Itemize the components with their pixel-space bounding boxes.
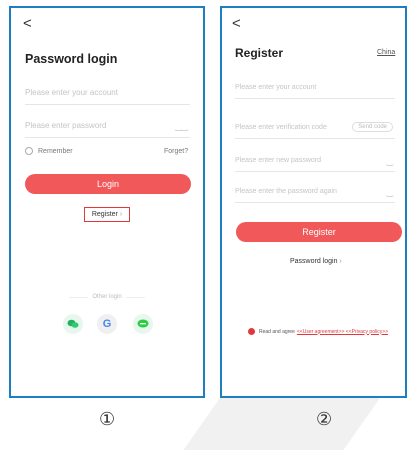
password-login-link[interactable]: Password login › xyxy=(290,258,342,265)
password-input[interactable]: Please enter password ‿‿ xyxy=(25,121,190,138)
confirm-password-input[interactable]: Please enter the password again ‿ xyxy=(235,188,395,203)
password-placeholder: Please enter password xyxy=(25,121,107,130)
verification-code-input[interactable]: Please enter verification code Send code xyxy=(235,122,395,139)
remember-label: Remember xyxy=(38,147,73,155)
send-code-button[interactable]: Send code xyxy=(352,122,393,132)
code-placeholder: Please enter verification code xyxy=(235,124,327,131)
back-arrow-icon[interactable]: < xyxy=(23,16,32,31)
wechat-icon[interactable] xyxy=(63,314,83,334)
password-login-screen: < Password login Please enter your accou… xyxy=(9,6,205,398)
new-password-placeholder: Please enter new password xyxy=(235,157,321,164)
agreement-links[interactable]: <<User agreement>> <<Privacy policy>> xyxy=(297,329,388,335)
region-selector[interactable]: China xyxy=(377,49,395,56)
eye-closed-icon[interactable]: ‿ xyxy=(387,188,393,197)
account-placeholder: Please enter your account xyxy=(25,88,118,97)
line-icon[interactable] xyxy=(133,314,153,334)
login-button[interactable]: Login xyxy=(25,174,191,194)
other-login-label: Other login xyxy=(92,294,122,300)
new-password-input[interactable]: Please enter new password ‿ xyxy=(235,157,395,172)
forget-password-link[interactable]: Forget? xyxy=(164,148,188,155)
remember-radio-icon xyxy=(25,147,33,155)
eye-closed-icon[interactable]: ‿ xyxy=(387,157,393,166)
confirm-password-placeholder: Please enter the password again xyxy=(235,188,337,195)
chevron-right-icon: › xyxy=(339,258,342,265)
agree-text: Read and agree xyxy=(259,328,295,335)
register-label: Register xyxy=(91,211,118,218)
account-input[interactable]: Please enter your account xyxy=(235,84,395,99)
account-placeholder: Please enter your account xyxy=(235,84,317,91)
password-login-label: Password login xyxy=(290,258,338,265)
caption-one: ① xyxy=(99,409,116,430)
page-title: Register xyxy=(235,46,284,60)
google-icon[interactable]: G xyxy=(97,314,117,334)
back-arrow-icon[interactable]: < xyxy=(232,16,241,31)
caption-two: ② xyxy=(316,409,333,430)
register-screen: < Register China Please enter your accou… xyxy=(220,6,407,398)
remember-checkbox[interactable]: Remember xyxy=(25,147,73,155)
page-title: Password login xyxy=(25,52,118,66)
agree-check-icon[interactable] xyxy=(248,328,255,335)
chevron-right-icon: › xyxy=(119,211,123,218)
account-input[interactable]: Please enter your account xyxy=(25,88,190,105)
agreement-row: Read and agree <<User agreement>> <<Priv… xyxy=(248,328,388,335)
other-login-divider: Other login xyxy=(69,294,146,300)
register-button[interactable]: Register xyxy=(236,222,402,242)
eye-closed-icon[interactable]: ‿‿ xyxy=(175,122,188,131)
register-link[interactable]: Register › xyxy=(84,207,130,222)
